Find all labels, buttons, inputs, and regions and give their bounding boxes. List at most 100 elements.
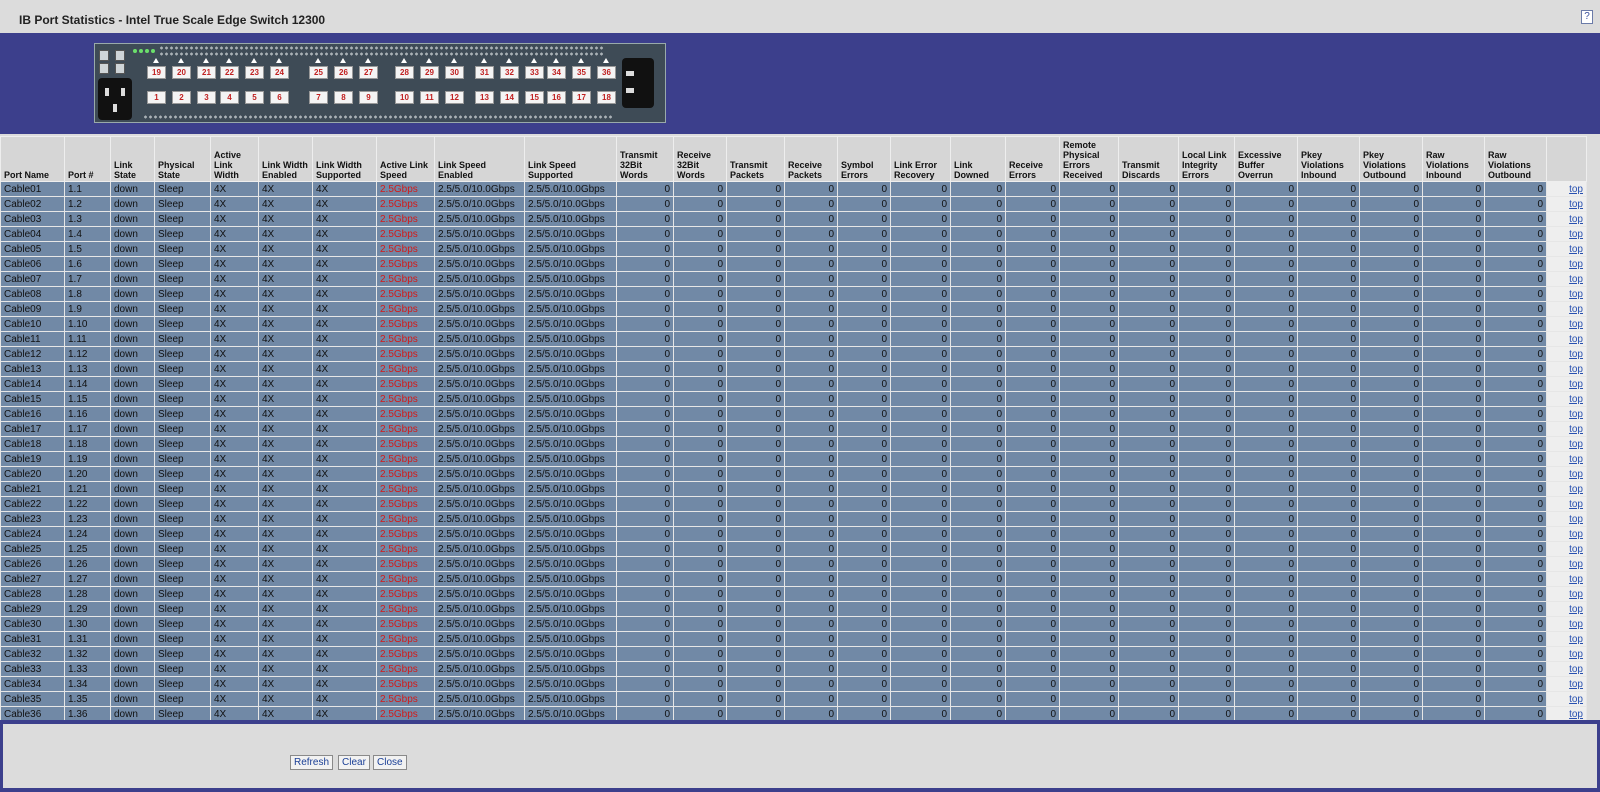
- link-speed-supported-cell: 2.5/5.0/10.0Gbps: [524, 301, 617, 317]
- switch-port-20[interactable]: 20: [172, 66, 191, 79]
- top-link[interactable]: top: [1569, 709, 1583, 720]
- switch-port-21[interactable]: 21: [197, 66, 216, 79]
- switch-port-6[interactable]: 6: [270, 91, 289, 104]
- top-link[interactable]: top: [1569, 589, 1583, 600]
- counter-cell: 0: [1005, 346, 1060, 362]
- counter-cell: 0: [1178, 256, 1235, 272]
- port-name-cell: Cable33: [0, 661, 65, 677]
- top-link[interactable]: top: [1569, 694, 1583, 705]
- switch-port-34[interactable]: 34: [547, 66, 566, 79]
- switch-port-4[interactable]: 4: [220, 91, 239, 104]
- switch-port-15[interactable]: 15: [525, 91, 544, 104]
- top-link[interactable]: top: [1569, 529, 1583, 540]
- counter-cell: 0: [784, 361, 838, 377]
- top-link[interactable]: top: [1569, 514, 1583, 525]
- link-speed-enabled-cell: 2.5/5.0/10.0Gbps: [434, 331, 525, 347]
- switch-port-36[interactable]: 36: [597, 66, 616, 79]
- switch-port-7[interactable]: 7: [309, 91, 328, 104]
- switch-port-22[interactable]: 22: [220, 66, 239, 79]
- switch-port-14[interactable]: 14: [500, 91, 519, 104]
- switch-port-25[interactable]: 25: [309, 66, 328, 79]
- counter-cell: 0: [1178, 301, 1235, 317]
- counter-cell: 0: [1005, 646, 1060, 662]
- table-row: Cable12 1.12 down Sleep 4X 4X 4X 2.5Gbps 2.5/5.0…: [0, 346, 1587, 362]
- top-link[interactable]: top: [1569, 334, 1583, 345]
- top-link[interactable]: top: [1569, 484, 1583, 495]
- counter-cell: 0: [1484, 181, 1547, 197]
- top-link[interactable]: top: [1569, 559, 1583, 570]
- top-link[interactable]: top: [1569, 634, 1583, 645]
- counter-cell: 0: [890, 676, 951, 692]
- switch-port-30[interactable]: 30: [445, 66, 464, 79]
- counter-cell: 0: [673, 346, 727, 362]
- top-link[interactable]: top: [1569, 649, 1583, 660]
- top-link[interactable]: top: [1569, 424, 1583, 435]
- switch-port-1[interactable]: 1: [147, 91, 166, 104]
- switch-port-3[interactable]: 3: [197, 91, 216, 104]
- switch-port-26[interactable]: 26: [334, 66, 353, 79]
- top-link[interactable]: top: [1569, 379, 1583, 390]
- top-link[interactable]: top: [1569, 319, 1583, 330]
- switch-port-35[interactable]: 35: [572, 66, 591, 79]
- top-link[interactable]: top: [1569, 229, 1583, 240]
- switch-port-16[interactable]: 16: [547, 91, 566, 104]
- top-link[interactable]: top: [1569, 469, 1583, 480]
- top-link[interactable]: top: [1569, 619, 1583, 630]
- top-link[interactable]: top: [1569, 214, 1583, 225]
- switch-port-17[interactable]: 17: [572, 91, 591, 104]
- top-link[interactable]: top: [1569, 274, 1583, 285]
- counter-cell: 0: [1484, 556, 1547, 572]
- switch-port-24[interactable]: 24: [270, 66, 289, 79]
- top-link[interactable]: top: [1569, 544, 1583, 555]
- top-link[interactable]: top: [1569, 679, 1583, 690]
- switch-port-19[interactable]: 19: [147, 66, 166, 79]
- top-link[interactable]: top: [1569, 184, 1583, 195]
- switch-port-10[interactable]: 10: [395, 91, 414, 104]
- top-link[interactable]: top: [1569, 259, 1583, 270]
- top-link[interactable]: top: [1569, 454, 1583, 465]
- switch-port-33[interactable]: 33: [525, 66, 544, 79]
- switch-port-11[interactable]: 11: [420, 91, 439, 104]
- switch-port-2[interactable]: 2: [172, 91, 191, 104]
- top-link[interactable]: top: [1569, 199, 1583, 210]
- help-icon[interactable]: ?: [1581, 10, 1593, 24]
- top-link[interactable]: top: [1569, 574, 1583, 585]
- switch-port-9[interactable]: 9: [359, 91, 378, 104]
- counter-cell: 0: [1005, 451, 1060, 467]
- switch-port-5[interactable]: 5: [245, 91, 264, 104]
- top-link[interactable]: top: [1569, 499, 1583, 510]
- port-status-triangle-icon: [153, 58, 159, 63]
- switch-port-28[interactable]: 28: [395, 66, 414, 79]
- top-link[interactable]: top: [1569, 289, 1583, 300]
- close-button[interactable]: Close: [373, 755, 407, 770]
- port-name-cell: Cable05: [0, 241, 65, 257]
- switch-port-12[interactable]: 12: [445, 91, 464, 104]
- counter-cell: 0: [784, 616, 838, 632]
- top-link[interactable]: top: [1569, 394, 1583, 405]
- clear-button[interactable]: Clear: [338, 755, 370, 770]
- switch-port-23[interactable]: 23: [245, 66, 264, 79]
- top-link[interactable]: top: [1569, 304, 1583, 315]
- top-link-cell: top: [1546, 556, 1587, 572]
- switch-port-13[interactable]: 13: [475, 91, 494, 104]
- counter-cell: 0: [1422, 496, 1485, 512]
- top-link[interactable]: top: [1569, 349, 1583, 360]
- link-speed-supported-cell: 2.5/5.0/10.0Gbps: [524, 496, 617, 512]
- top-link[interactable]: top: [1569, 604, 1583, 615]
- switch-port-32[interactable]: 32: [500, 66, 519, 79]
- top-link[interactable]: top: [1569, 664, 1583, 675]
- counter-cell: 0: [837, 271, 891, 287]
- switch-port-8[interactable]: 8: [334, 91, 353, 104]
- switch-port-29[interactable]: 29: [420, 66, 439, 79]
- switch-port-31[interactable]: 31: [475, 66, 494, 79]
- top-link[interactable]: top: [1569, 409, 1583, 420]
- switch-port-18[interactable]: 18: [597, 91, 616, 104]
- link-width-supported-cell: 4X: [312, 451, 377, 467]
- switch-port-27[interactable]: 27: [359, 66, 378, 79]
- top-link[interactable]: top: [1569, 439, 1583, 450]
- top-link[interactable]: top: [1569, 364, 1583, 375]
- port-number-cell: 1.16: [64, 406, 111, 422]
- top-link[interactable]: top: [1569, 244, 1583, 255]
- table-row: Cable10 1.10 down Sleep 4X 4X 4X 2.5Gbps 2.5/5.0…: [0, 316, 1587, 332]
- refresh-button[interactable]: Refresh: [290, 755, 334, 770]
